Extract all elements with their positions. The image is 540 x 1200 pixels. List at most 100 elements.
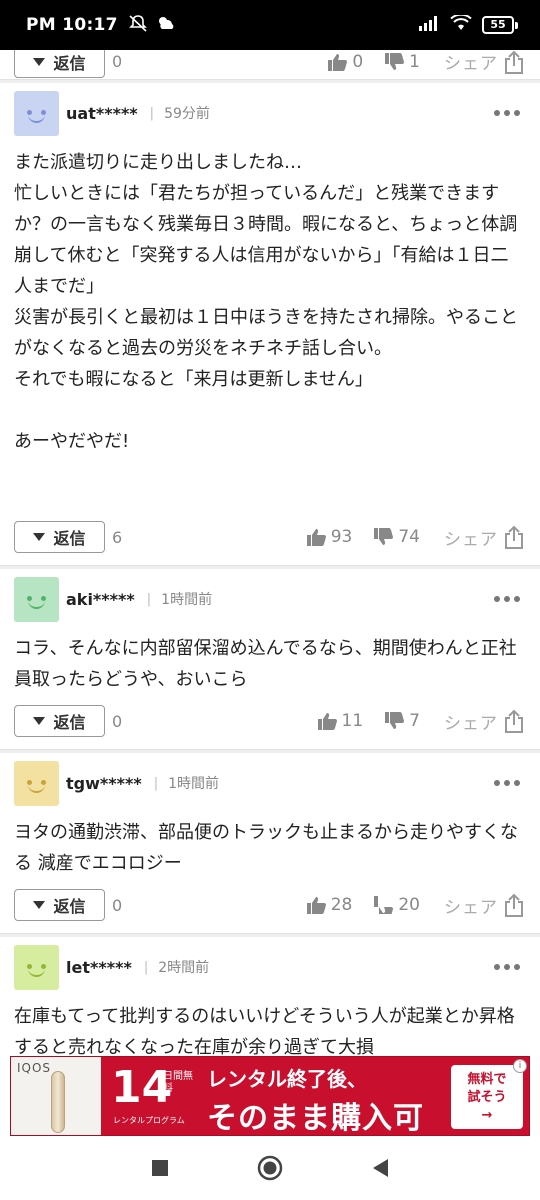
ad-subheadline: そのまま購入可 — [207, 1101, 424, 1136]
like-count: 11 — [341, 711, 364, 731]
like-count: 93 — [330, 527, 353, 547]
comment-time: 2時間前 — [158, 960, 210, 976]
reply-count: 0 — [112, 711, 123, 731]
ad-brand-logo: IQOS — [17, 1061, 52, 1075]
dislike-count: 20 — [398, 895, 420, 915]
avatar[interactable] — [14, 944, 59, 990]
system-nav-bar — [0, 1140, 540, 1200]
comment-text: また派遣切りに走り出しましたね… 忙しいときには「君たちが担っているんだ」と残業… — [14, 152, 518, 452]
share-icon — [505, 50, 523, 74]
avatar[interactable] — [14, 90, 59, 136]
caret-down-icon — [33, 57, 46, 66]
dislike-button[interactable]: 74 — [374, 527, 420, 547]
more-options-icon[interactable] — [494, 596, 520, 602]
comment-text: コラ、そんなに内部留保溜め込んでるなら、期間使わんと正社員取ったらどうや、おいこ… — [14, 638, 517, 690]
mute-icon — [128, 14, 148, 36]
clock: PM 10:17 — [26, 15, 118, 35]
share-button[interactable]: シェア — [444, 893, 524, 918]
wifi-icon — [450, 13, 472, 35]
home-icon[interactable] — [257, 1155, 283, 1185]
comment-header: aki***** | 1時間前 — [0, 569, 540, 629]
comment: let***** | 2時間前 在庫もてって批判するのはいいけどそういう人が起業… — [0, 937, 540, 1056]
recent-apps-icon[interactable] — [151, 1159, 169, 1181]
thumbs-up-icon — [306, 897, 326, 914]
comment: aki***** | 1時間前 コラ、そんなに内部留保溜め込んでるなら、期間使わ… — [0, 569, 540, 741]
share-icon — [505, 709, 523, 733]
ad-headline: レンタル終了後、 — [207, 1067, 367, 1091]
back-icon[interactable] — [371, 1158, 389, 1182]
reply-button[interactable]: 返信 — [14, 889, 105, 921]
like-count: 0 — [352, 51, 364, 72]
username[interactable]: aki***** — [66, 590, 135, 609]
share-icon — [505, 893, 523, 917]
device-image — [51, 1071, 65, 1133]
thumbs-down-icon — [374, 528, 394, 545]
ad-cta-button[interactable]: 無料で試そう → — [451, 1065, 523, 1129]
comment-header: let***** | 2時間前 — [0, 937, 540, 997]
share-button[interactable]: シェア — [444, 709, 524, 734]
reply-count: 0 — [112, 52, 123, 71]
more-options-icon[interactable] — [494, 110, 520, 116]
comment-time: 59分前 — [164, 106, 210, 122]
comment-feed[interactable]: 返信 0 0 1 シェア uat***** | 59分前 また派遣切りに走り出し… — [0, 50, 540, 1056]
comment-header: tgw***** | 1時間前 — [0, 753, 540, 813]
thumbs-down-icon — [374, 896, 394, 914]
thumbs-up-icon — [328, 53, 348, 71]
share-button[interactable]: シェア — [444, 525, 524, 550]
more-options-icon[interactable] — [494, 964, 520, 970]
username[interactable]: tgw***** — [66, 774, 142, 793]
dislike-button[interactable]: 20 — [374, 895, 420, 915]
comment-actions: 返信 0 11 7 シェア — [0, 701, 540, 741]
ad-days-label: 日間無料 — [163, 1071, 193, 1094]
comment-actions: 返信 6 93 74 シェア — [0, 517, 540, 557]
signal-icon — [418, 15, 440, 35]
arrow-right-icon: → — [481, 1108, 493, 1123]
reply-button[interactable]: 返信 — [14, 521, 105, 553]
ad-product-image: IQOS — [11, 1057, 101, 1135]
caret-down-icon — [33, 717, 46, 725]
thumbs-down-icon — [385, 52, 405, 70]
share-icon — [505, 525, 523, 549]
status-bar: PM 10:17 55 — [0, 0, 540, 50]
dislike-button[interactable]: 1 — [385, 52, 420, 72]
thumbs-down-icon — [385, 712, 405, 729]
comment-actions: 返信 0 28 20 シェア — [0, 885, 540, 925]
thumbs-up-icon — [317, 713, 337, 730]
comment-text: ヨタの通勤渋滞、部品便のトラックも止まるから走りやすくなる 減産でエコロジー — [14, 822, 518, 874]
comment-text: 在庫もてって批判するのはいいけどそういう人が起業とか昇格すると売れなくなった在庫… — [14, 1006, 515, 1056]
reply-button[interactable]: 返信 — [14, 50, 105, 78]
like-button[interactable]: 93 — [306, 527, 353, 547]
username[interactable]: uat***** — [66, 104, 138, 123]
ad-info-icon[interactable]: i — [513, 1059, 527, 1073]
comment: tgw***** | 1時間前 ヨタの通勤渋滞、部品便のトラックも止まるから走り… — [0, 753, 540, 925]
dislike-count: 74 — [398, 527, 420, 547]
comment-time: 1時間前 — [161, 592, 213, 608]
ad-banner[interactable]: IQOS 14 日間無料 レンタルプログラム レンタル終了後、 そのまま購入可 … — [10, 1056, 530, 1136]
comment: uat***** | 59分前 また派遣切りに走り出しましたね… 忙しいときには… — [0, 83, 540, 557]
thumbs-up-icon — [306, 529, 326, 546]
like-button[interactable]: 11 — [317, 711, 364, 731]
more-options-icon[interactable] — [494, 780, 520, 786]
caret-down-icon — [33, 533, 46, 541]
reply-count: 6 — [112, 527, 123, 547]
comment-actions: 返信 0 0 1 シェア — [0, 50, 540, 79]
avatar[interactable] — [14, 576, 59, 622]
battery-icon: 55 — [482, 16, 518, 34]
username[interactable]: let***** — [66, 958, 132, 977]
reply-button[interactable]: 返信 — [14, 705, 105, 737]
reply-count: 0 — [112, 895, 123, 915]
ad-program-label: レンタルプログラム — [113, 1116, 185, 1125]
battery-level: 55 — [482, 16, 514, 34]
like-button[interactable]: 28 — [306, 895, 353, 915]
caret-down-icon — [33, 901, 46, 909]
like-count: 28 — [330, 895, 353, 915]
weather-icon — [156, 15, 176, 35]
share-button[interactable]: シェア — [444, 50, 524, 74]
dislike-count: 1 — [409, 51, 420, 72]
dislike-count: 7 — [409, 711, 420, 731]
comment-time: 1時間前 — [168, 776, 220, 792]
like-button[interactable]: 0 — [328, 52, 363, 72]
comment-header: uat***** | 59分前 — [0, 83, 540, 143]
avatar[interactable] — [14, 760, 59, 806]
dislike-button[interactable]: 7 — [385, 711, 420, 731]
